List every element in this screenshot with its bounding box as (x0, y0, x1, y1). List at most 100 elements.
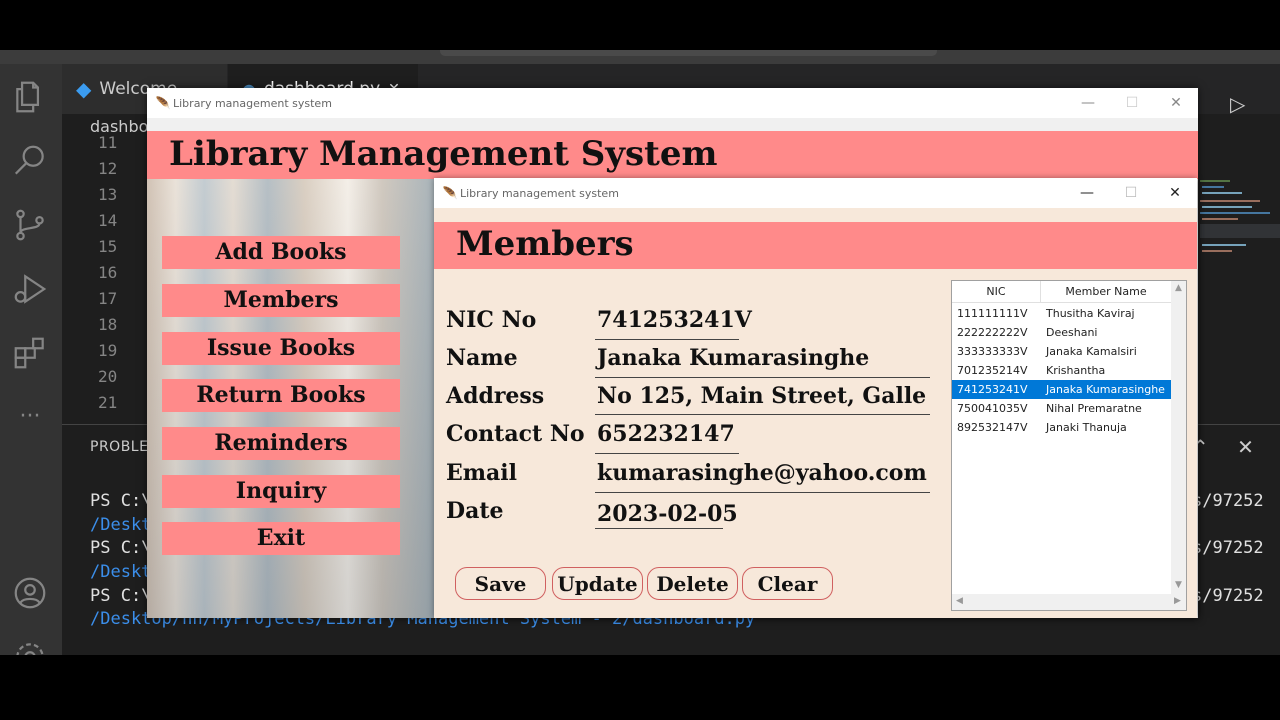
address-field[interactable]: No 125, Main Street, Galle (597, 383, 926, 409)
line-number: 14 (98, 211, 118, 230)
cell-nic: 892532147V (957, 421, 1028, 434)
cell-nic: 111111111V (957, 307, 1028, 320)
line-number: 19 (98, 341, 118, 360)
cell-nic: 741253241V (957, 383, 1028, 396)
line-number: 15 (98, 237, 118, 256)
vertical-scrollbar[interactable]: ▲ ▼ (1171, 281, 1186, 594)
name-field-underline (595, 377, 930, 378)
window-title: Library management system (173, 96, 332, 110)
return-books-button[interactable]: Return Books (162, 379, 400, 412)
line-number: 12 (98, 159, 118, 178)
table-row[interactable]: 750041035V Nihal Premaratne (952, 399, 1171, 418)
close-button[interactable]: ✕ (1154, 88, 1198, 118)
reminders-button[interactable]: Reminders (162, 427, 400, 460)
minimize-button[interactable]: — (1066, 88, 1110, 118)
cell-name: Thusitha Kaviraj (1046, 307, 1135, 320)
cell-nic: 333333333V (957, 345, 1028, 358)
search-icon[interactable] (11, 142, 49, 180)
terminal-line-right: s/97252 (1192, 586, 1264, 606)
issue-books-button[interactable]: Issue Books (162, 332, 400, 365)
delete-button[interactable]: Delete (647, 567, 738, 600)
name-field[interactable]: Janaka Kumarasinghe (597, 345, 869, 371)
terminal-line: /Deskt (90, 515, 152, 535)
activity-bar: ··· (0, 64, 62, 655)
terminal-line-right: s/97252 (1192, 538, 1264, 558)
members-window: 🪶 Library management system — ☐ ✕ Member… (434, 178, 1197, 618)
command-center[interactable] (440, 50, 937, 56)
extensions-icon[interactable] (11, 334, 49, 372)
feather-icon: 🪶 (442, 186, 458, 200)
nic-field-underline (595, 339, 739, 340)
line-number: 18 (98, 315, 118, 334)
cell-nic: 222222222V (957, 326, 1028, 339)
email-field[interactable]: kumarasinghe@yahoo.com (597, 460, 927, 486)
nic-label: NIC No (446, 307, 537, 333)
table-row[interactable]: 892532147V Janaki Thanuja (952, 418, 1171, 437)
contact-field[interactable]: 652232147 (597, 421, 735, 447)
table-row[interactable]: 222222222V Deeshani (952, 323, 1171, 342)
minimize-button[interactable]: — (1065, 178, 1109, 208)
terminal-line-right: s/97252 (1192, 491, 1264, 511)
run-file-icon[interactable]: ▷ (1230, 92, 1245, 116)
table-row[interactable]: 111111111V Thusitha Kaviraj (952, 304, 1171, 323)
source-control-icon[interactable] (11, 206, 49, 244)
minimap[interactable] (1198, 140, 1280, 280)
contact-field-underline (595, 453, 739, 454)
scroll-down-icon[interactable]: ▼ (1175, 580, 1182, 590)
horizontal-scrollbar[interactable]: ◀ ▶ (952, 594, 1186, 610)
exit-button[interactable]: Exit (162, 522, 400, 555)
vscode-logo-icon: ◆ (76, 77, 92, 101)
more-icon[interactable]: ··· (11, 398, 49, 436)
app-title: Library Management System (169, 134, 718, 174)
table-row[interactable]: 333333333V Janaka Kamalsiri (952, 342, 1171, 361)
table-header: NIC Member Name (952, 281, 1171, 303)
explorer-icon[interactable] (11, 78, 49, 116)
nic-field[interactable]: 741253241V (597, 307, 752, 333)
date-field-underline (595, 528, 723, 529)
window-titlebar[interactable]: 🪶 Library management system — ☐ ✕ (147, 88, 1198, 118)
maximize-button[interactable]: ☐ (1110, 88, 1154, 118)
line-number: 11 (98, 133, 118, 152)
app-header: Library Management System (147, 131, 1198, 179)
close-panel-icon[interactable]: ✕ (1237, 435, 1254, 459)
account-icon[interactable] (11, 574, 49, 612)
scroll-up-icon[interactable]: ▲ (1175, 283, 1182, 293)
settings-gear-icon[interactable] (11, 638, 49, 655)
members-table[interactable]: NIC Member Name 111111111V Thusitha Kavir… (951, 280, 1187, 611)
add-books-button[interactable]: Add Books (162, 236, 400, 269)
date-label: Date (446, 498, 504, 524)
column-header-nic[interactable]: NIC (952, 281, 1041, 303)
column-header-name[interactable]: Member Name (1041, 281, 1171, 303)
contact-label: Contact No (446, 421, 585, 447)
cell-name: Janaka Kumarasinghe (1046, 383, 1165, 396)
email-field-underline (595, 492, 930, 493)
members-button[interactable]: Members (162, 284, 400, 317)
inquiry-button[interactable]: Inquiry (162, 475, 400, 508)
line-number: 20 (98, 367, 118, 386)
close-button[interactable]: ✕ (1153, 178, 1197, 208)
window-controls: — ☐ ✕ (1065, 178, 1197, 208)
scroll-right-icon[interactable]: ▶ (1174, 596, 1181, 606)
window-title: Library management system (460, 186, 619, 200)
save-button[interactable]: Save (455, 567, 546, 600)
maximize-button[interactable]: ☐ (1109, 178, 1153, 208)
cell-nic: 701235214V (957, 364, 1028, 377)
scroll-left-icon[interactable]: ◀ (956, 596, 963, 606)
clear-button[interactable]: Clear (742, 567, 833, 600)
cell-name: Deeshani (1046, 326, 1098, 339)
run-debug-icon[interactable] (11, 270, 49, 308)
line-number: 17 (98, 289, 118, 308)
window-controls: — ☐ ✕ (1066, 88, 1198, 118)
table-row-selected[interactable]: 741253241V Janaka Kumarasinghe (952, 380, 1171, 399)
cell-name: Krishantha (1046, 364, 1106, 377)
date-field[interactable]: 2023-02-05 (597, 501, 738, 527)
window-titlebar[interactable]: 🪶 Library management system — ☐ ✕ (434, 178, 1197, 208)
members-title: Members (456, 224, 634, 264)
feather-icon: 🪶 (155, 96, 171, 110)
line-number: 16 (98, 263, 118, 282)
line-number: 13 (98, 185, 118, 204)
name-label: Name (446, 345, 518, 371)
update-button[interactable]: Update (552, 567, 643, 600)
table-row[interactable]: 701235214V Krishantha (952, 361, 1171, 380)
address-field-underline (595, 414, 930, 415)
